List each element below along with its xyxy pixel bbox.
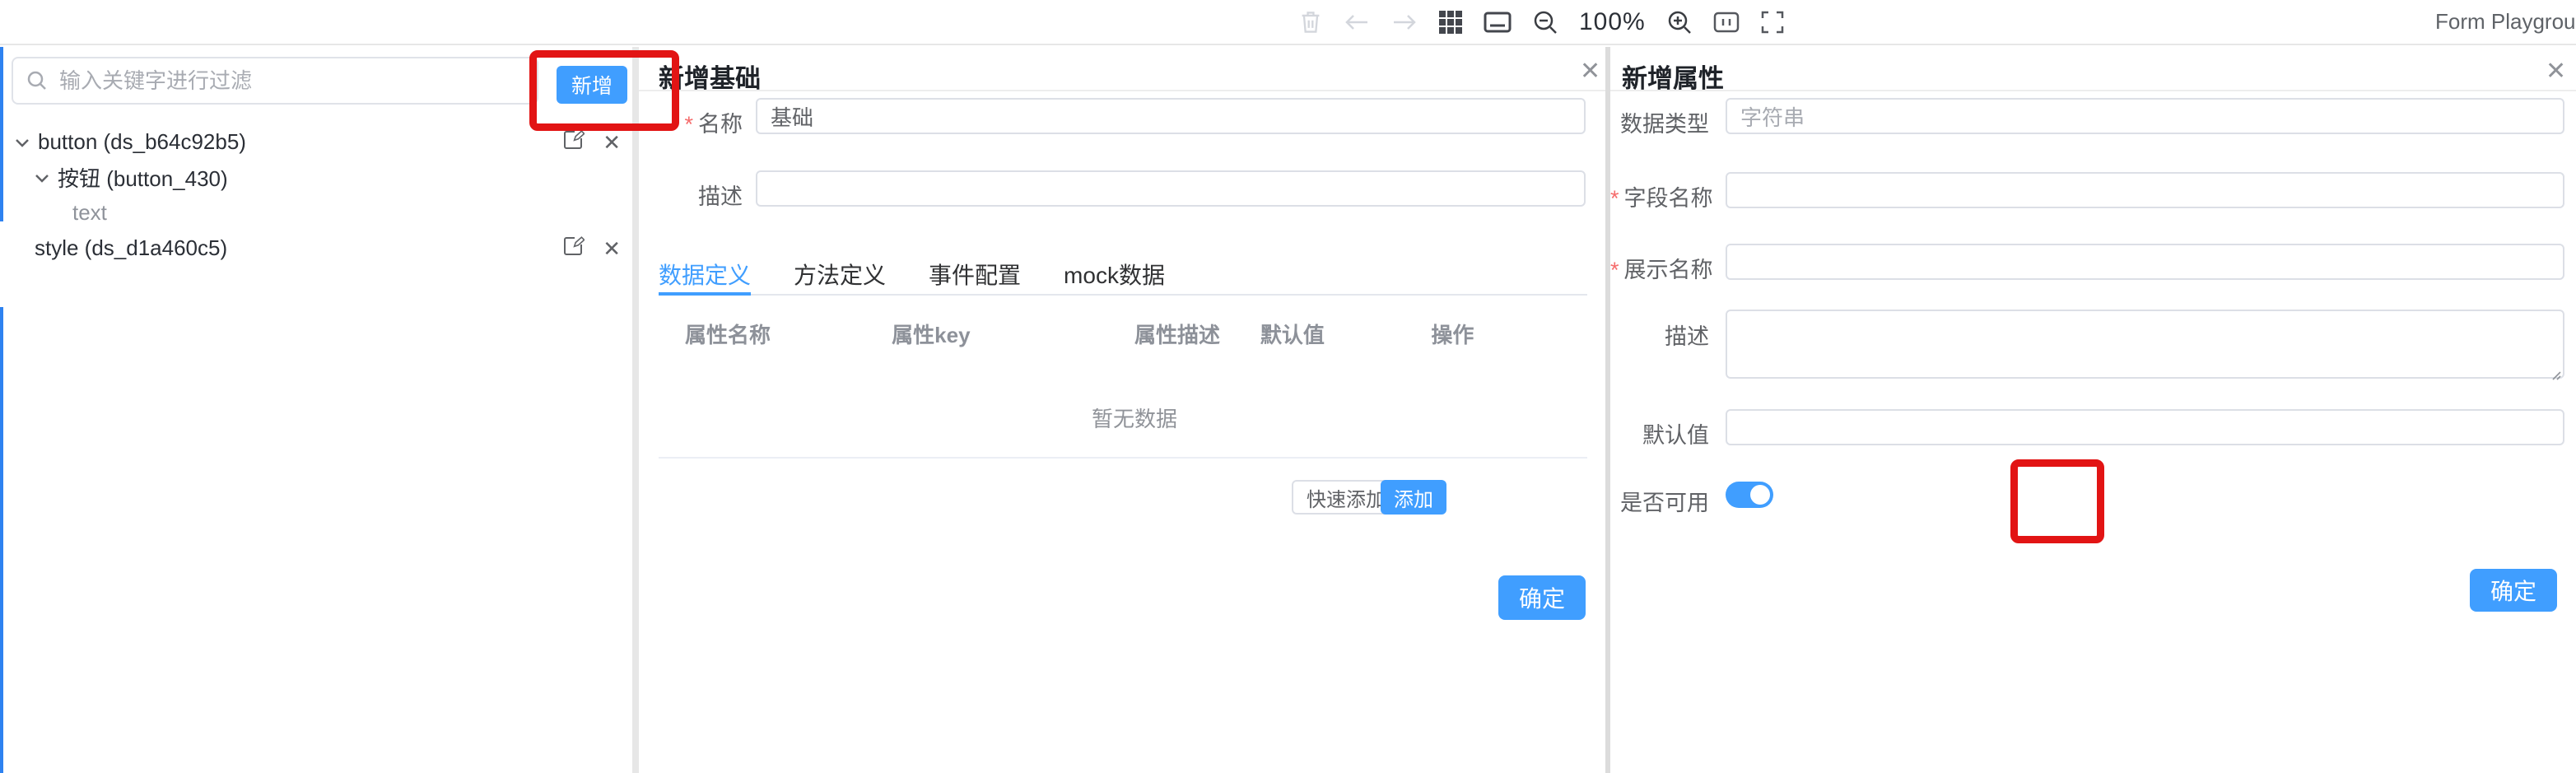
name-field-label: *名称 xyxy=(639,106,743,138)
tree-item-label: text xyxy=(72,200,107,226)
enabled-toggle[interactable] xyxy=(1726,482,1773,508)
default-value-input[interactable] xyxy=(1726,409,2564,445)
tree-item-actions: ✕ xyxy=(563,124,621,160)
header-divider xyxy=(1610,90,2576,91)
tree-item-label: 按钮 (button_430) xyxy=(58,162,228,193)
chevron-down-icon[interactable] xyxy=(30,168,54,188)
tree-item-style[interactable]: style (ds_d1a460c5) ✕ xyxy=(0,231,632,266)
keyboard-icon[interactable] xyxy=(1484,12,1512,33)
tab-method-definition[interactable]: 方法定义 xyxy=(794,254,886,294)
tree-item-actions: ✕ xyxy=(563,231,621,266)
chevron-down-icon[interactable] xyxy=(10,133,35,152)
data-type-input[interactable] xyxy=(1726,98,2564,134)
enabled-label: 是否可用 xyxy=(1610,485,1709,517)
close-icon[interactable]: ✕ xyxy=(2546,59,2566,84)
accent-strip-bottom xyxy=(0,307,3,773)
panel-divider[interactable] xyxy=(632,47,639,773)
zoom-level-value: 100% xyxy=(1579,8,1646,36)
dialog-tabs: 数据定义 方法定义 事件配置 mock数据 xyxy=(659,254,1587,296)
description-textarea[interactable] xyxy=(1726,310,2564,379)
table-footer-divider xyxy=(659,457,1587,459)
description-field-label: 描述 xyxy=(673,179,743,211)
column-header: 属性名称 xyxy=(685,319,892,349)
canvas-toolbar: 100% xyxy=(1299,0,1784,44)
field-name-input[interactable] xyxy=(1726,172,2564,208)
add-datasource-button[interactable]: 新增 xyxy=(557,66,627,104)
column-header: 属性描述 xyxy=(1134,319,1260,349)
tab-data-definition[interactable]: 数据定义 xyxy=(659,254,751,294)
fullscreen-icon[interactable] xyxy=(1761,11,1784,34)
required-mark: * xyxy=(1610,258,1619,282)
description-label: 描述 xyxy=(1610,319,1709,351)
edit-icon[interactable] xyxy=(563,235,585,262)
column-header: 属性key xyxy=(892,319,1134,349)
tree-item-anniu[interactable]: 按钮 (button_430) xyxy=(0,160,632,195)
delete-item-icon[interactable]: ✕ xyxy=(603,238,621,259)
tree-item-button[interactable]: button (ds_b64c92b5) ✕ xyxy=(0,124,632,160)
description-input[interactable] xyxy=(756,170,1586,207)
toggle-knob xyxy=(1750,485,1770,505)
required-mark: * xyxy=(1610,186,1619,211)
tab-mock-data[interactable]: mock数据 xyxy=(1064,254,1165,294)
edit-icon[interactable] xyxy=(563,128,585,156)
add-property-button[interactable]: 添加 xyxy=(1381,480,1446,515)
tree-item-label: button (ds_b64c92b5) xyxy=(38,129,246,155)
page-title: Form Playground F xyxy=(2435,9,2576,35)
search-input[interactable] xyxy=(58,68,537,95)
empty-table-placeholder: 暂无数据 xyxy=(685,403,1584,433)
app-root: 100% Form Playground F 新增 xyxy=(0,0,2576,773)
field-name-label: *字段名称 xyxy=(1610,180,1709,212)
name-input[interactable] xyxy=(756,98,1586,134)
tree-item-label: style (ds_d1a460c5) xyxy=(35,235,227,261)
grid-view-icon[interactable] xyxy=(1439,11,1462,34)
add-attribute-dialog: 新增属性 ✕ 数据类型 *字段名称 *展示名称 描述 默认值 是否可用 确定 xyxy=(1610,47,2576,773)
search-icon xyxy=(26,70,48,91)
datasource-sidebar: 新增 button (ds_b64c92b5) ✕ 按钮 (button xyxy=(0,47,632,773)
zoom-in-icon[interactable] xyxy=(1667,10,1692,35)
tree-item-text[interactable]: text xyxy=(0,195,632,231)
display-name-input[interactable] xyxy=(1726,244,2564,280)
required-mark: * xyxy=(684,112,693,137)
close-icon[interactable]: ✕ xyxy=(1580,59,1600,84)
search-box xyxy=(12,57,538,105)
property-table-header: 属性名称 属性key 属性描述 默认值 操作 xyxy=(685,319,1584,349)
column-header: 操作 xyxy=(1431,319,1584,349)
header-divider xyxy=(639,90,1605,91)
redo-icon[interactable] xyxy=(1391,12,1418,32)
confirm-button[interactable]: 确定 xyxy=(1498,575,1586,620)
data-type-label: 数据类型 xyxy=(1610,106,1709,138)
add-basic-dialog: 新增基础 ✕ *名称 描述 数据定义 方法定义 事件配置 mock数据 属性名称… xyxy=(639,47,1605,773)
confirm-button[interactable]: 确定 xyxy=(2470,569,2557,612)
default-value-label: 默认值 xyxy=(1610,417,1709,449)
column-header: 默认值 xyxy=(1260,319,1431,349)
panel-preview-icon[interactable] xyxy=(1713,12,1740,33)
delete-icon[interactable] xyxy=(1299,10,1322,35)
undo-icon[interactable] xyxy=(1344,12,1370,32)
top-toolbar: 100% Form Playground F xyxy=(0,0,2576,45)
tab-event-config[interactable]: 事件配置 xyxy=(929,254,1021,294)
zoom-out-icon[interactable] xyxy=(1533,10,1558,35)
display-name-label: *展示名称 xyxy=(1610,252,1709,284)
datasource-tree: button (ds_b64c92b5) ✕ 按钮 (button_430) t… xyxy=(0,124,632,266)
delete-item-icon[interactable]: ✕ xyxy=(603,132,621,153)
